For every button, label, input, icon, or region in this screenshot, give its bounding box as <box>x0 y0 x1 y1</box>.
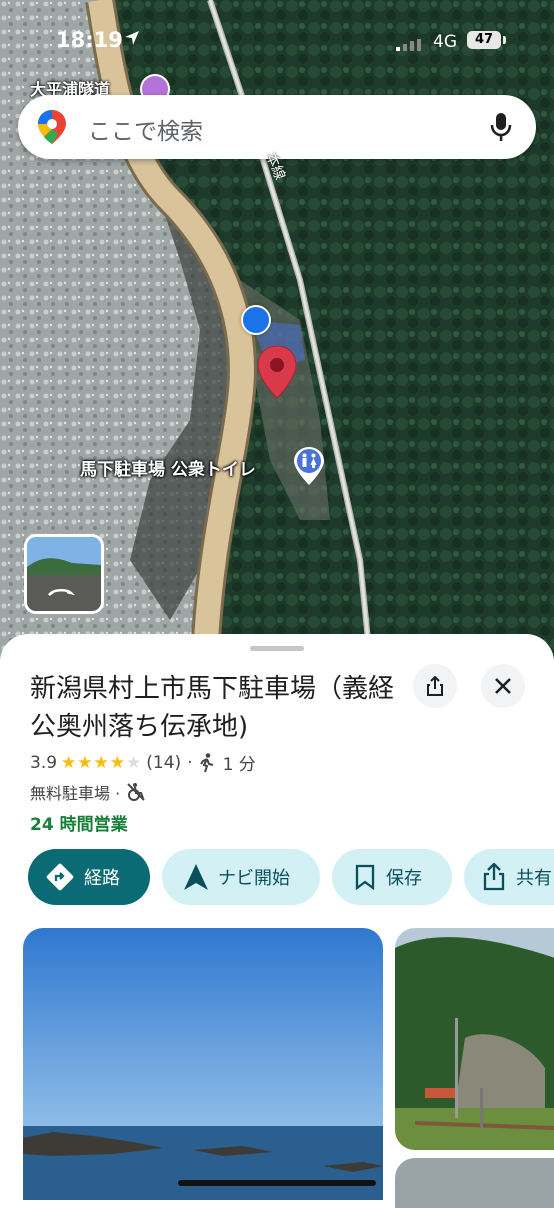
bookmark-icon <box>354 864 376 890</box>
place-details-sheet[interactable]: 新潟県村上市馬下駐車場（義経公奥州落ち伝承地) 3.9 ★★★★★ (14) ·… <box>0 634 554 1208</box>
place-photo-3[interactable] <box>395 1158 554 1208</box>
restroom-poi-icon[interactable] <box>294 447 324 489</box>
walking-icon <box>199 752 215 773</box>
battery-tip <box>503 36 506 44</box>
review-count[interactable]: (14) <box>146 753 181 773</box>
place-photo-1[interactable] <box>23 928 383 1200</box>
directions-button[interactable]: 経路 <box>28 849 150 905</box>
walk-time: 1 分 <box>222 755 256 775</box>
place-category: 無料駐車場 · <box>30 784 121 803</box>
save-label: 保存 <box>386 868 422 889</box>
current-location-dot[interactable] <box>241 305 271 335</box>
battery-icon: 47 <box>467 31 501 49</box>
close-icon <box>495 678 511 694</box>
microphone-icon[interactable] <box>490 112 512 146</box>
location-arrow-icon <box>124 30 140 50</box>
close-button[interactable] <box>481 664 525 708</box>
status-bar: 18:19 4G 47 <box>0 0 554 84</box>
search-input[interactable]: ここで検索 <box>88 112 203 146</box>
status-time: 18:19 <box>56 28 123 52</box>
rating-row[interactable]: 3.9 ★★★★★ (14) · 1 分 <box>30 750 256 776</box>
stars-filled: ★★★★ <box>61 752 127 773</box>
place-title: 新潟県村上市馬下駐車場（義経公奥州落ち伝承地) <box>30 674 395 742</box>
share-button[interactable]: 共有 <box>464 849 554 905</box>
separator-dot: · <box>187 752 193 773</box>
save-button[interactable]: 保存 <box>332 849 452 905</box>
directions-icon <box>46 863 74 891</box>
home-indicator[interactable] <box>178 1180 376 1186</box>
start-navigation-button[interactable]: ナビ開始 <box>162 849 320 905</box>
open-hours[interactable]: 24 時間営業 <box>30 810 128 835</box>
star-rating: ★★★★★ <box>61 753 142 773</box>
share-icon <box>482 863 506 891</box>
map-label-toilet[interactable]: 馬下駐車場 公衆トイレ <box>80 455 256 480</box>
selected-place-pin-icon[interactable] <box>257 345 297 402</box>
navigation-arrow-icon <box>184 864 208 890</box>
place-photo-2[interactable] <box>395 928 554 1150</box>
map-view[interactable]: 18:19 4G 47 大平浦隧道 ここで検索 本線 馬下駐車場 公衆トイレ <box>0 0 554 660</box>
share-icon-button[interactable] <box>413 664 457 708</box>
category-row: 無料駐車場 · <box>30 780 146 804</box>
start-navigation-label: ナビ開始 <box>218 868 290 889</box>
directions-label: 経路 <box>84 868 120 889</box>
signal-icon <box>396 36 426 55</box>
google-maps-logo-icon <box>38 110 66 148</box>
stars-empty: ★ <box>126 752 143 773</box>
not-wheelchair-accessible-icon <box>126 782 146 802</box>
share-label: 共有 <box>516 868 552 889</box>
rating-value: 3.9 <box>30 752 58 773</box>
street-view-thumbnail[interactable] <box>24 534 104 614</box>
sheet-drag-handle[interactable] <box>250 646 304 651</box>
network-type: 4G <box>433 32 457 52</box>
action-buttons-row[interactable]: 経路 ナビ開始 保存 共有 <box>28 849 554 905</box>
share-icon <box>427 676 443 696</box>
